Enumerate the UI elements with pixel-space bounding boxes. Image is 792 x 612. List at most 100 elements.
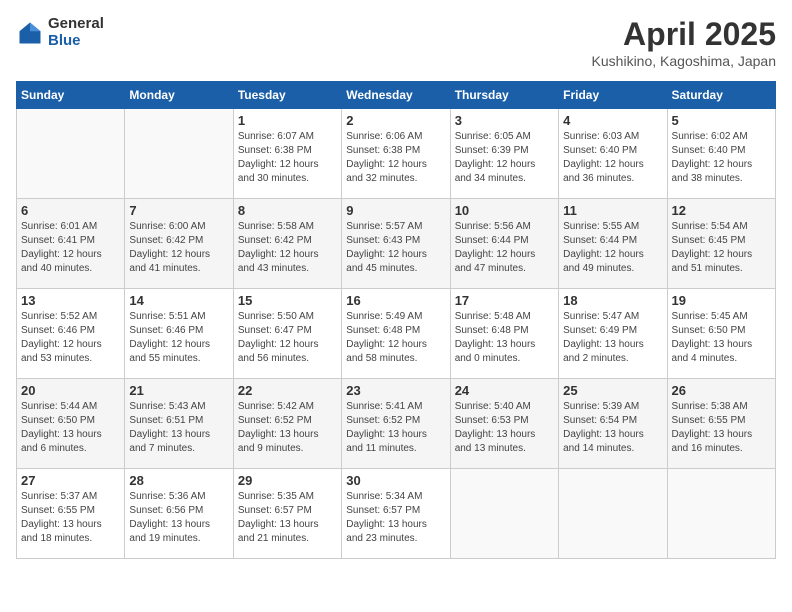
- day-info: Sunrise: 5:50 AM Sunset: 6:47 PM Dayligh…: [238, 310, 337, 366]
- day-number: 23: [346, 383, 445, 398]
- day-info: Sunrise: 6:02 AM Sunset: 6:40 PM Dayligh…: [672, 130, 771, 186]
- day-info: Sunrise: 5:55 AM Sunset: 6:44 PM Dayligh…: [563, 220, 662, 276]
- calendar-week-row: 20 Sunrise: 5:44 AM Sunset: 6:50 PM Dayli…: [17, 379, 776, 469]
- day-number: 11: [563, 203, 662, 218]
- day-info: Sunrise: 5:44 AM Sunset: 6:50 PM Dayligh…: [21, 400, 120, 456]
- calendar-cell: 7 Sunrise: 6:00 AM Sunset: 6:42 PM Daylig…: [125, 199, 233, 289]
- calendar-cell: 17 Sunrise: 5:48 AM Sunset: 6:48 PM Dayli…: [450, 289, 558, 379]
- weekday-header-saturday: Saturday: [667, 82, 775, 109]
- day-info: Sunrise: 5:52 AM Sunset: 6:46 PM Dayligh…: [21, 310, 120, 366]
- calendar-week-row: 1 Sunrise: 6:07 AM Sunset: 6:38 PM Daylig…: [17, 109, 776, 199]
- day-number: 7: [129, 203, 228, 218]
- day-info: Sunrise: 5:34 AM Sunset: 6:57 PM Dayligh…: [346, 490, 445, 546]
- day-info: Sunrise: 5:39 AM Sunset: 6:54 PM Dayligh…: [563, 400, 662, 456]
- day-number: 8: [238, 203, 337, 218]
- day-info: Sunrise: 5:48 AM Sunset: 6:48 PM Dayligh…: [455, 310, 554, 366]
- day-number: 22: [238, 383, 337, 398]
- day-number: 16: [346, 293, 445, 308]
- calendar-cell: 6 Sunrise: 6:01 AM Sunset: 6:41 PM Daylig…: [17, 199, 125, 289]
- calendar-cell: 13 Sunrise: 5:52 AM Sunset: 6:46 PM Dayli…: [17, 289, 125, 379]
- calendar-cell: 16 Sunrise: 5:49 AM Sunset: 6:48 PM Dayli…: [342, 289, 450, 379]
- calendar-week-row: 27 Sunrise: 5:37 AM Sunset: 6:55 PM Dayli…: [17, 469, 776, 559]
- day-number: 17: [455, 293, 554, 308]
- calendar-cell: 9Sunrise: 5:57 AM Sunset: 6:43 PM Daylig…: [342, 199, 450, 289]
- day-number: 27: [21, 473, 120, 488]
- day-number: 6: [21, 203, 120, 218]
- day-number: 5: [672, 113, 771, 128]
- calendar-cell: 4Sunrise: 6:03 AM Sunset: 6:40 PM Daylig…: [559, 109, 667, 199]
- calendar-cell: 27 Sunrise: 5:37 AM Sunset: 6:55 PM Dayli…: [17, 469, 125, 559]
- day-number: 20: [21, 383, 120, 398]
- day-info: Sunrise: 6:01 AM Sunset: 6:41 PM Dayligh…: [21, 220, 120, 276]
- weekday-header-monday: Monday: [125, 82, 233, 109]
- calendar-cell: 1 Sunrise: 6:07 AM Sunset: 6:38 PM Daylig…: [233, 109, 341, 199]
- weekday-header-wednesday: Wednesday: [342, 82, 450, 109]
- calendar-cell: [450, 469, 558, 559]
- calendar-week-row: 6 Sunrise: 6:01 AM Sunset: 6:41 PM Daylig…: [17, 199, 776, 289]
- calendar-cell: 3Sunrise: 6:05 AM Sunset: 6:39 PM Daylig…: [450, 109, 558, 199]
- calendar-cell: 26 Sunrise: 5:38 AM Sunset: 6:55 PM Dayli…: [667, 379, 775, 469]
- calendar-cell: 20 Sunrise: 5:44 AM Sunset: 6:50 PM Dayli…: [17, 379, 125, 469]
- day-number: 26: [672, 383, 771, 398]
- day-number: 13: [21, 293, 120, 308]
- calendar-cell: 15Sunrise: 5:50 AM Sunset: 6:47 PM Dayli…: [233, 289, 341, 379]
- day-info: Sunrise: 6:00 AM Sunset: 6:42 PM Dayligh…: [129, 220, 228, 276]
- day-info: Sunrise: 6:07 AM Sunset: 6:38 PM Dayligh…: [238, 130, 337, 186]
- day-info: Sunrise: 5:49 AM Sunset: 6:48 PM Dayligh…: [346, 310, 445, 366]
- day-info: Sunrise: 5:43 AM Sunset: 6:51 PM Dayligh…: [129, 400, 228, 456]
- day-info: Sunrise: 5:56 AM Sunset: 6:44 PM Dayligh…: [455, 220, 554, 276]
- day-number: 1: [238, 113, 337, 128]
- calendar-cell: [667, 469, 775, 559]
- day-info: Sunrise: 5:47 AM Sunset: 6:49 PM Dayligh…: [563, 310, 662, 366]
- title-month: April 2025: [592, 16, 776, 53]
- calendar-cell: 29 Sunrise: 5:35 AM Sunset: 6:57 PM Dayli…: [233, 469, 341, 559]
- day-info: Sunrise: 5:42 AM Sunset: 6:52 PM Dayligh…: [238, 400, 337, 456]
- day-info: Sunrise: 6:06 AM Sunset: 6:38 PM Dayligh…: [346, 130, 445, 186]
- calendar-cell: 22 Sunrise: 5:42 AM Sunset: 6:52 PM Dayli…: [233, 379, 341, 469]
- day-info: Sunrise: 5:54 AM Sunset: 6:45 PM Dayligh…: [672, 220, 771, 276]
- day-number: 10: [455, 203, 554, 218]
- logo-blue: Blue: [48, 33, 104, 50]
- page-header: General Blue April 2025 Kushikino, Kagos…: [16, 16, 776, 69]
- calendar-cell: 19Sunrise: 5:45 AM Sunset: 6:50 PM Dayli…: [667, 289, 775, 379]
- calendar-cell: 10 Sunrise: 5:56 AM Sunset: 6:44 PM Dayli…: [450, 199, 558, 289]
- day-info: Sunrise: 5:35 AM Sunset: 6:57 PM Dayligh…: [238, 490, 337, 546]
- logo-text: General Blue: [48, 16, 104, 49]
- day-number: 14: [129, 293, 228, 308]
- title-block: April 2025 Kushikino, Kagoshima, Japan: [592, 16, 776, 69]
- calendar-cell: 11 Sunrise: 5:55 AM Sunset: 6:44 PM Dayli…: [559, 199, 667, 289]
- logo-general: General: [48, 16, 104, 33]
- day-number: 2: [346, 113, 445, 128]
- day-number: 25: [563, 383, 662, 398]
- calendar-cell: [559, 469, 667, 559]
- calendar-cell: 21 Sunrise: 5:43 AM Sunset: 6:51 PM Dayli…: [125, 379, 233, 469]
- calendar-cell: [125, 109, 233, 199]
- calendar-table: SundayMondayTuesdayWednesdayThursdayFrid…: [16, 81, 776, 559]
- calendar-cell: 25 Sunrise: 5:39 AM Sunset: 6:54 PM Dayli…: [559, 379, 667, 469]
- day-number: 28: [129, 473, 228, 488]
- weekday-header-sunday: Sunday: [17, 82, 125, 109]
- weekday-header-tuesday: Tuesday: [233, 82, 341, 109]
- day-info: Sunrise: 5:45 AM Sunset: 6:50 PM Dayligh…: [672, 310, 771, 366]
- calendar-cell: 30Sunrise: 5:34 AM Sunset: 6:57 PM Dayli…: [342, 469, 450, 559]
- day-number: 18: [563, 293, 662, 308]
- weekday-header-thursday: Thursday: [450, 82, 558, 109]
- day-info: Sunrise: 5:37 AM Sunset: 6:55 PM Dayligh…: [21, 490, 120, 546]
- day-number: 29: [238, 473, 337, 488]
- day-number: 4: [563, 113, 662, 128]
- weekday-header-friday: Friday: [559, 82, 667, 109]
- day-info: Sunrise: 5:41 AM Sunset: 6:52 PM Dayligh…: [346, 400, 445, 456]
- day-number: 12: [672, 203, 771, 218]
- calendar-cell: 8Sunrise: 5:58 AM Sunset: 6:42 PM Daylig…: [233, 199, 341, 289]
- day-number: 3: [455, 113, 554, 128]
- calendar-cell: 18 Sunrise: 5:47 AM Sunset: 6:49 PM Dayli…: [559, 289, 667, 379]
- calendar-cell: 12 Sunrise: 5:54 AM Sunset: 6:45 PM Dayli…: [667, 199, 775, 289]
- day-number: 21: [129, 383, 228, 398]
- calendar-cell: [17, 109, 125, 199]
- logo-icon: [16, 19, 44, 47]
- day-info: Sunrise: 5:38 AM Sunset: 6:55 PM Dayligh…: [672, 400, 771, 456]
- day-number: 9: [346, 203, 445, 218]
- day-info: Sunrise: 5:40 AM Sunset: 6:53 PM Dayligh…: [455, 400, 554, 456]
- day-number: 24: [455, 383, 554, 398]
- day-info: Sunrise: 5:36 AM Sunset: 6:56 PM Dayligh…: [129, 490, 228, 546]
